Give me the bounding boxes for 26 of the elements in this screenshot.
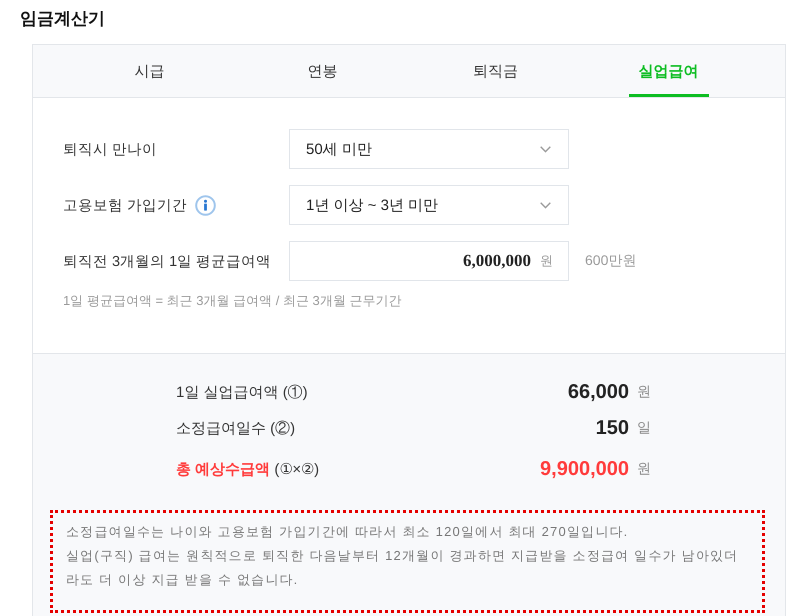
amount-reading: 600만원 (585, 252, 638, 270)
unit-label: 원 (637, 460, 651, 478)
notice-text: 실업(구직) 급여는 원칙적으로 퇴직한 다음날부터 12개월이 경과하면 지급받을 소정급여 일수가 남아있더라도 더 이상 지급 받을 수 없습니다. (66, 547, 740, 589)
unit-label: 원 (637, 383, 651, 401)
result-value: 9,900,000 (540, 458, 629, 480)
field-label: 퇴직전 3개월의 1일 평균급여액 (63, 252, 272, 270)
notice-text: 소정급여일수는 나이와 고용보험 가입기간에 따라서 최소 120일에서 최대 270일입니다. (66, 523, 630, 541)
result-value: 150 (596, 416, 629, 440)
tab[interactable]: 시급 (110, 45, 190, 97)
tab[interactable]: 연봉 (282, 45, 362, 97)
page-title: 임금계산기 (20, 8, 105, 30)
dropdown-select[interactable]: 50세 미만 (289, 129, 569, 169)
field-label: 퇴직시 만나이 (63, 140, 158, 158)
unit-label: 원 (540, 252, 553, 270)
result-label: 총 예상수급액 (①×②) (176, 460, 320, 478)
chevron-down-icon (540, 146, 551, 152)
result-value: 66,000 (568, 380, 629, 404)
tab[interactable]: 퇴직금 (456, 45, 536, 97)
chevron-down-icon (540, 202, 551, 208)
result-label: 소정급여일수 (②) (176, 418, 296, 438)
field-label: 고용보험 가입기간 (63, 196, 188, 214)
result-label: 1일 실업급여액 (①) (176, 382, 308, 402)
formula-hint: 1일 평균급여액 = 최근 3개월 급여액 / 최근 3개월 근무기간 (63, 292, 402, 310)
info-icon[interactable] (195, 194, 216, 216)
unit-label: 일 (637, 419, 651, 437)
dropdown-select[interactable]: 1년 이상 ~ 3년 미만 (289, 185, 569, 225)
